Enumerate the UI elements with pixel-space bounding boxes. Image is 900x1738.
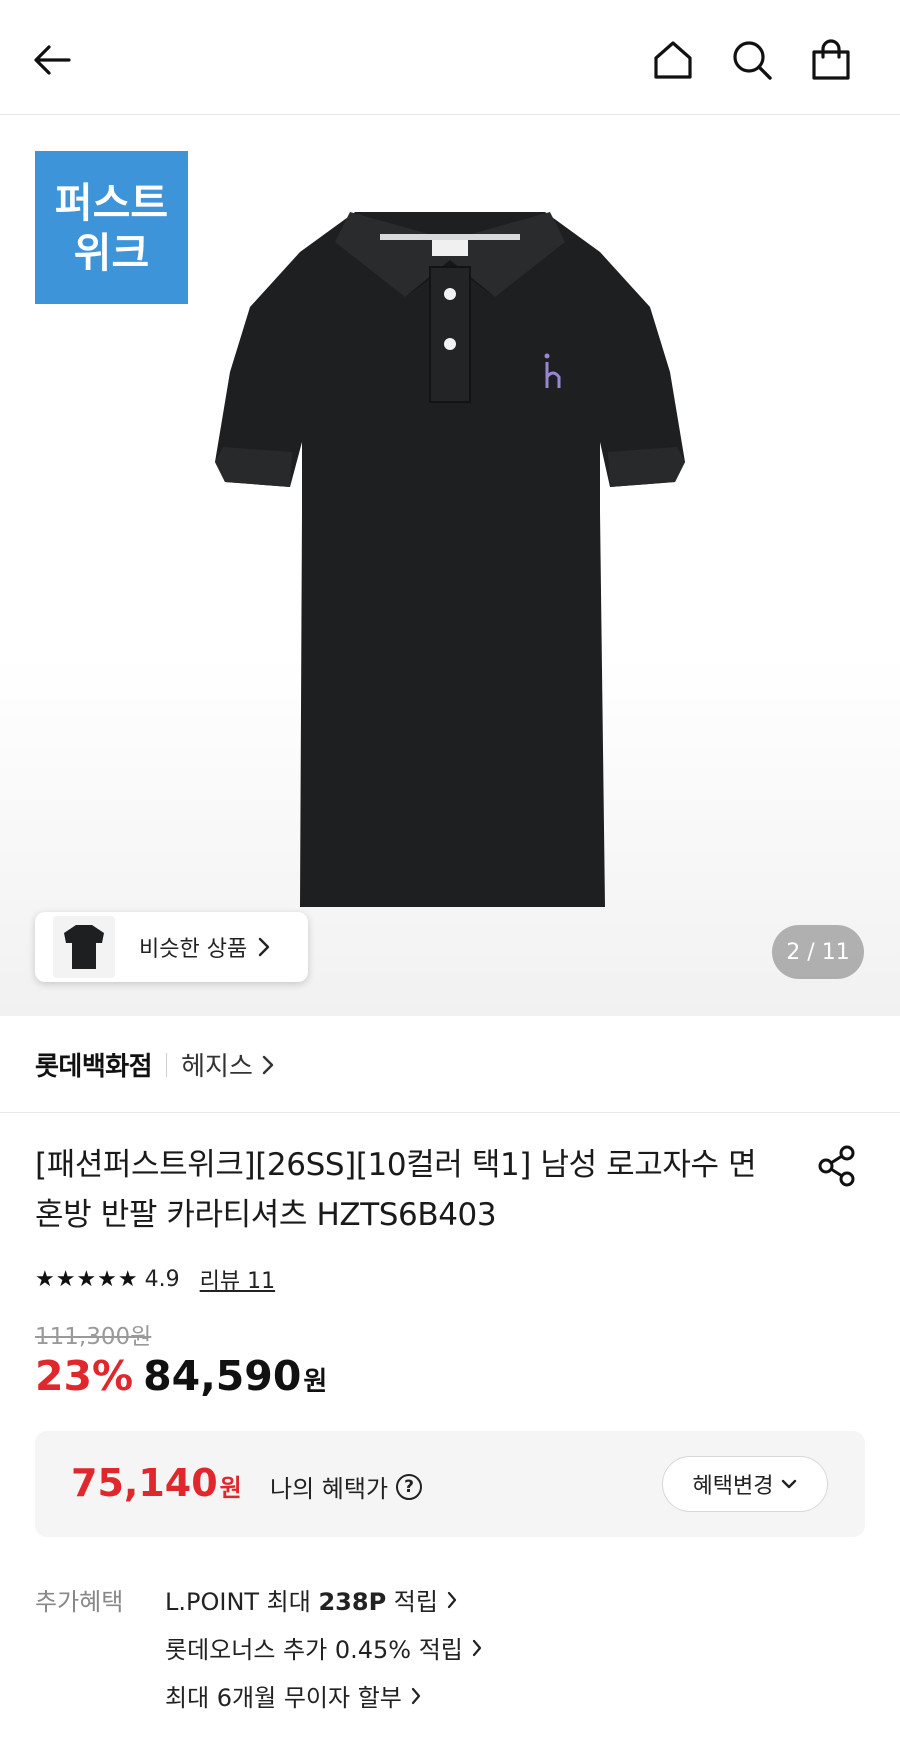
extra-benefit-text: 롯데오너스 추가 0.45% 적립 — [165, 1636, 463, 1664]
benefit-label-text: 나의 혜택가 — [270, 1475, 389, 1503]
change-benefit-button[interactable]: 혜택변경 — [662, 1456, 828, 1512]
cart-button[interactable] — [801, 30, 861, 90]
extra-benefit-installment[interactable]: 최대 6개월 무이자 할부 — [165, 1678, 422, 1713]
my-benefit-price-box: 75,140 원 나의 혜택가 ? 혜택변경 — [35, 1431, 865, 1537]
similar-product-thumbnail — [53, 916, 115, 978]
store-name[interactable]: 롯데백화점 — [35, 1046, 153, 1083]
help-icon[interactable]: ? — [396, 1473, 423, 1500]
extra-benefit-lpoint[interactable]: L.POINT 최대 238P 적립 — [165, 1582, 458, 1617]
top-app-bar — [0, 0, 900, 115]
chevron-right-icon — [259, 937, 270, 957]
chevron-right-icon — [411, 1687, 420, 1704]
badge-line-2: 위크 — [73, 228, 150, 277]
benefit-price-unit: 원 — [219, 1474, 242, 1502]
share-button[interactable] — [814, 1142, 862, 1190]
similar-products-button[interactable]: 비슷한 상품 — [35, 912, 308, 982]
extra-benefit-text: L.POINT 최대 238P 적립 — [165, 1588, 438, 1616]
benefit-price-value: 75,140 — [71, 1461, 218, 1505]
home-icon — [654, 41, 692, 79]
product-image-gallery[interactable]: 퍼스트 위크 비슷한 상품 2 / 11 — [0, 116, 900, 1016]
search-icon — [733, 41, 772, 80]
home-button[interactable] — [643, 30, 703, 90]
brand-row: 롯데백화점 헤지스 — [0, 1017, 900, 1113]
first-week-badge: 퍼스트 위크 — [35, 151, 188, 304]
chevron-right-icon — [262, 1055, 274, 1074]
similar-products-label: 비슷한 상품 — [139, 937, 248, 962]
divider — [166, 1052, 168, 1077]
share-icon — [818, 1145, 855, 1187]
price-row: 23% 84,590 원 — [35, 1352, 327, 1400]
search-button[interactable] — [722, 30, 782, 90]
review-count-link[interactable]: 리뷰 11 — [200, 1263, 275, 1295]
image-pager: 2 / 11 — [772, 925, 864, 979]
sale-price: 84,590 — [143, 1352, 302, 1400]
chevron-right-icon — [472, 1639, 481, 1656]
back-button[interactable] — [22, 30, 82, 90]
badge-line-1: 퍼스트 — [54, 178, 169, 227]
rating-row: ★★★★★ 4.9 리뷰 11 — [35, 1262, 275, 1296]
arrow-left-icon — [34, 45, 71, 75]
extra-benefit-text: 최대 6개월 무이자 할부 — [165, 1684, 402, 1712]
discount-rate: 23% — [35, 1352, 134, 1400]
rating-score: 4.9 — [144, 1266, 180, 1292]
product-title: [패션퍼스트위크][26SS][10컬러 택1] 남성 로고자수 면혼방 반팔 … — [35, 1147, 757, 1233]
chevron-right-icon — [447, 1591, 457, 1608]
extra-benefits-label: 추가혜택 — [35, 1588, 124, 1616]
original-price: 111,300원 — [35, 1324, 152, 1350]
benefit-label: 나의 혜택가 ? — [270, 1469, 423, 1504]
sale-price-unit: 원 — [303, 1367, 328, 1397]
product-image — [215, 212, 685, 907]
change-benefit-label: 혜택변경 — [692, 1474, 774, 1499]
benefit-price: 75,140 원 — [71, 1461, 242, 1505]
extra-benefit-lotte-honors[interactable]: 롯데오너스 추가 0.45% 적립 — [165, 1630, 483, 1665]
star-rating-icon: ★★★★★ — [35, 1266, 139, 1292]
chevron-down-icon — [782, 1479, 797, 1489]
shopping-bag-icon — [812, 39, 850, 80]
brand-link[interactable]: 헤지스 — [181, 1046, 253, 1083]
